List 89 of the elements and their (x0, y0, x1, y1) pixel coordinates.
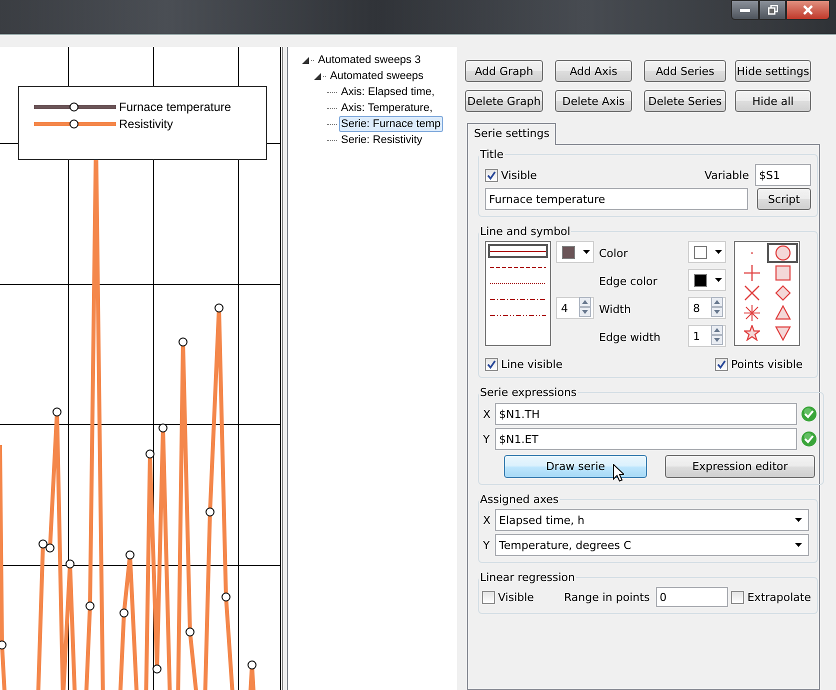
edge-color-dropdown[interactable] (688, 269, 726, 291)
caret-icon (795, 543, 802, 547)
point-color-dropdown[interactable] (688, 241, 726, 263)
tree-item[interactable]: Serie: Resistivity (339, 132, 424, 148)
tree-item[interactable]: Serie: Furnace temp (339, 116, 443, 132)
tree-item[interactable]: Automated sweeps (328, 68, 426, 84)
close-icon (802, 5, 814, 15)
line-sample-icon (490, 266, 546, 268)
draw-button[interactable]: Draw serie (504, 455, 647, 478)
triangle-down-icon (774, 325, 790, 341)
field-label: Width (599, 303, 631, 316)
toolbar-button[interactable]: Add Axis (555, 60, 632, 82)
tree-item[interactable]: Axis: Elapsed time, (339, 84, 437, 100)
plus-icon (744, 265, 760, 281)
line-style-list[interactable] (485, 241, 551, 346)
star-icon (744, 325, 760, 341)
axis-label: X (483, 408, 492, 420)
caret-icon (795, 518, 802, 522)
toolbar-button[interactable]: Add Series (644, 60, 726, 82)
circle-icon (774, 245, 790, 261)
cross-icon (744, 285, 760, 301)
triangle-up-icon (774, 305, 790, 321)
caret-icon (715, 250, 722, 254)
group-heading: Linear regression (479, 571, 576, 584)
toolbar-button[interactable]: Hide settings (735, 60, 811, 82)
range-field[interactable]: 0 (656, 587, 728, 607)
field-label: Variable (704, 168, 749, 182)
edge-width-spinbox[interactable]: 1 (688, 325, 726, 347)
tree-item[interactable]: Axis: Temperature, (339, 100, 435, 116)
checkbox-label: Visible (501, 168, 537, 182)
line-sample-icon (490, 314, 546, 316)
field-label: Edge width (599, 331, 660, 344)
legend-label: Furnace temperature (119, 100, 232, 114)
square-icon (774, 265, 790, 281)
toolbar-button[interactable]: Delete Axis (555, 90, 632, 112)
diamond-icon (774, 285, 790, 301)
minimize-button[interactable] (731, 0, 759, 20)
point-width-spinbox[interactable]: 8 (688, 297, 726, 319)
group-heading: Title (479, 148, 505, 161)
legend-label: Resistivity (119, 116, 174, 130)
checkbox-label: Visible (498, 590, 535, 604)
checkbox-label: Extrapolate (747, 590, 811, 604)
checkbox[interactable] (715, 358, 728, 371)
title-field[interactable]: Furnace temperature (485, 188, 748, 210)
group-heading: Serie expressions (479, 386, 578, 399)
line-sample-icon (490, 250, 546, 252)
checkbox-label: Line visible (501, 358, 563, 371)
close-button[interactable] (786, 0, 830, 20)
toolbar-button[interactable]: Add Graph (465, 60, 543, 82)
spin-arrows-icon[interactable] (711, 324, 723, 348)
checkbox[interactable] (485, 168, 498, 182)
cursor-icon (613, 464, 624, 482)
expression-field[interactable]: $N1.TH (495, 403, 797, 425)
script-button[interactable]: Script (757, 188, 811, 210)
line-sample-icon (490, 298, 546, 300)
symbol-list[interactable] (734, 241, 800, 346)
field-label: Range in points (564, 590, 650, 604)
symbol-option[interactable] (767, 243, 798, 263)
tab[interactable]: Serie settings (467, 123, 556, 145)
group-heading: Line and symbol (479, 225, 572, 238)
variable-field[interactable]: $S1 (755, 164, 811, 186)
axis-label: Y (483, 432, 491, 446)
toolbar-button[interactable]: Hide all (735, 90, 811, 112)
spin-arrows-icon[interactable] (711, 296, 723, 320)
tree-item[interactable]: Automated sweeps 3 (316, 52, 423, 68)
expand-arrow-icon[interactable] (302, 56, 309, 64)
maximize-button[interactable] (759, 0, 786, 20)
line-style-option[interactable] (488, 244, 548, 258)
checkbox-label: Points visible (731, 358, 804, 371)
asterisk-icon (744, 305, 760, 321)
field-label: Color (599, 247, 628, 260)
minimize-icon (740, 8, 750, 12)
restore-icon (768, 5, 778, 15)
expand-arrow-icon[interactable] (314, 72, 321, 80)
axis-label: X (483, 514, 492, 526)
line-sample-icon (490, 282, 546, 284)
axis-dropdown[interactable]: Elapsed time, h (495, 509, 809, 531)
axis-label: Y (483, 538, 491, 552)
checkbox[interactable] (731, 590, 744, 604)
field-label: Edge color (599, 275, 658, 288)
toolbar-button[interactable]: Delete Series (644, 90, 726, 112)
group-heading: Assigned axes (479, 493, 560, 506)
axis-dropdown[interactable]: Temperature, degrees C (495, 534, 809, 556)
expression-field[interactable]: $N1.ET (495, 428, 797, 450)
caret-icon (715, 278, 722, 282)
editor-button[interactable]: Expression editor (665, 455, 815, 478)
checkbox[interactable] (485, 358, 498, 371)
toolbar-button[interactable]: Delete Graph (465, 90, 543, 112)
checkbox[interactable] (482, 590, 495, 604)
